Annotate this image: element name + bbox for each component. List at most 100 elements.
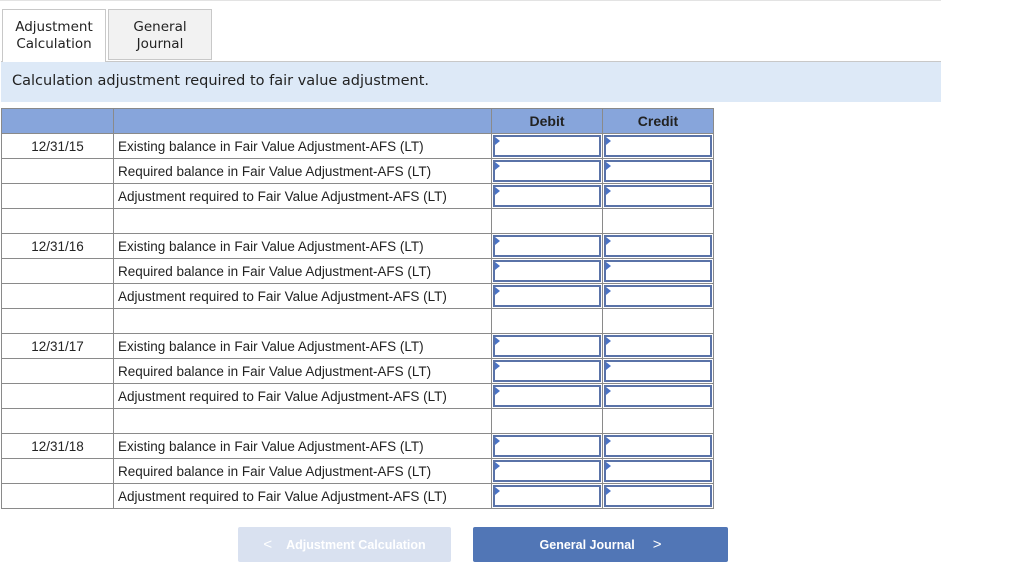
debit-input[interactable] <box>493 260 601 282</box>
credit-input[interactable] <box>604 260 712 282</box>
debit-cell <box>491 383 603 409</box>
debit-cell <box>491 458 603 484</box>
date-cell <box>1 183 114 209</box>
adjustment-table: Debit Credit 12/31/15 Existing balance in… <box>1 108 714 509</box>
table-row: Adjustment required to Fair Value Adjust… <box>1 383 714 409</box>
description-cell: Existing balance in Fair Value Adjustmen… <box>113 233 492 259</box>
table-row: Required balance in Fair Value Adjustmen… <box>1 358 714 384</box>
debit-cell <box>491 483 603 509</box>
header-credit: Credit <box>602 108 714 134</box>
debit-cell <box>491 233 603 259</box>
credit-input[interactable] <box>604 385 712 407</box>
empty-cell <box>113 308 492 334</box>
credit-input[interactable] <box>604 335 712 357</box>
credit-input[interactable] <box>604 235 712 257</box>
description-cell: Existing balance in Fair Value Adjustmen… <box>113 333 492 359</box>
debit-input[interactable] <box>493 385 601 407</box>
instruction-banner: Calculation adjustment required to fair … <box>1 61 941 102</box>
next-button[interactable]: General Journal > <box>473 527 728 562</box>
date-cell <box>1 483 114 509</box>
credit-input[interactable] <box>604 435 712 457</box>
debit-input[interactable] <box>493 360 601 382</box>
empty-cell <box>113 408 492 434</box>
tab-label-line1: General <box>133 19 187 35</box>
debit-input[interactable] <box>493 185 601 207</box>
date-cell: 12/31/18 <box>1 433 114 459</box>
credit-cell <box>602 233 714 259</box>
description-cell: Adjustment required to Fair Value Adjust… <box>113 283 492 309</box>
description-cell: Existing balance in Fair Value Adjustmen… <box>113 433 492 459</box>
table-row: Required balance in Fair Value Adjustmen… <box>1 458 714 484</box>
empty-cell <box>491 308 603 334</box>
description-cell: Required balance in Fair Value Adjustmen… <box>113 258 492 284</box>
debit-input[interactable] <box>493 335 601 357</box>
tab-adjustment-calculation[interactable]: Adjustment Calculation <box>2 9 106 62</box>
credit-cell <box>602 258 714 284</box>
debit-input[interactable] <box>493 285 601 307</box>
credit-cell <box>602 483 714 509</box>
debit-cell <box>491 158 603 184</box>
debit-input[interactable] <box>493 235 601 257</box>
tab-label-line2: Calculation <box>16 36 92 52</box>
date-cell <box>1 283 114 309</box>
credit-cell <box>602 358 714 384</box>
table-row: 12/31/17 Existing balance in Fair Value A… <box>1 333 714 359</box>
table-row: Adjustment required to Fair Value Adjust… <box>1 183 714 209</box>
debit-input[interactable] <box>493 435 601 457</box>
table-row: Adjustment required to Fair Value Adjust… <box>1 483 714 509</box>
prev-button-label: Adjustment Calculation <box>286 537 426 552</box>
tab-general-journal[interactable]: General Journal <box>108 9 212 60</box>
header-debit: Debit <box>491 108 603 134</box>
empty-cell <box>491 208 603 234</box>
spacer-row <box>1 208 714 234</box>
tab-label-line2: Journal <box>136 36 184 52</box>
credit-cell <box>602 458 714 484</box>
debit-cell <box>491 358 603 384</box>
debit-input[interactable] <box>493 485 601 507</box>
credit-input[interactable] <box>604 285 712 307</box>
debit-input[interactable] <box>493 135 601 157</box>
header-date <box>1 108 114 134</box>
description-cell: Required balance in Fair Value Adjustmen… <box>113 458 492 484</box>
credit-input[interactable] <box>604 160 712 182</box>
table-row: 12/31/16 Existing balance in Fair Value A… <box>1 233 714 259</box>
debit-input[interactable] <box>493 160 601 182</box>
table-header-row: Debit Credit <box>1 108 714 134</box>
header-description <box>113 108 492 134</box>
description-cell: Existing balance in Fair Value Adjustmen… <box>113 133 492 159</box>
chevron-left-icon: < <box>263 536 273 553</box>
empty-cell <box>1 208 114 234</box>
credit-cell <box>602 333 714 359</box>
credit-cell <box>602 183 714 209</box>
table-row: Required balance in Fair Value Adjustmen… <box>1 158 714 184</box>
date-cell: 12/31/16 <box>1 233 114 259</box>
date-cell <box>1 458 114 484</box>
credit-input[interactable] <box>604 360 712 382</box>
empty-cell <box>113 208 492 234</box>
empty-cell <box>602 208 714 234</box>
debit-input[interactable] <box>493 460 601 482</box>
debit-cell <box>491 283 603 309</box>
debit-cell <box>491 433 603 459</box>
credit-input[interactable] <box>604 135 712 157</box>
date-cell: 12/31/17 <box>1 333 114 359</box>
prev-button[interactable]: < Adjustment Calculation <box>238 527 451 562</box>
debit-cell <box>491 133 603 159</box>
spacer-row <box>1 308 714 334</box>
table-row: Required balance in Fair Value Adjustmen… <box>1 258 714 284</box>
date-cell <box>1 158 114 184</box>
date-cell <box>1 258 114 284</box>
credit-cell <box>602 133 714 159</box>
spacer-row <box>1 408 714 434</box>
credit-input[interactable] <box>604 485 712 507</box>
date-cell <box>1 383 114 409</box>
table-row: Adjustment required to Fair Value Adjust… <box>1 283 714 309</box>
description-cell: Required balance in Fair Value Adjustmen… <box>113 358 492 384</box>
credit-cell <box>602 433 714 459</box>
credit-cell <box>602 383 714 409</box>
date-cell <box>1 358 114 384</box>
date-cell: 12/31/15 <box>1 133 114 159</box>
credit-input[interactable] <box>604 460 712 482</box>
credit-input[interactable] <box>604 185 712 207</box>
empty-cell <box>491 408 603 434</box>
